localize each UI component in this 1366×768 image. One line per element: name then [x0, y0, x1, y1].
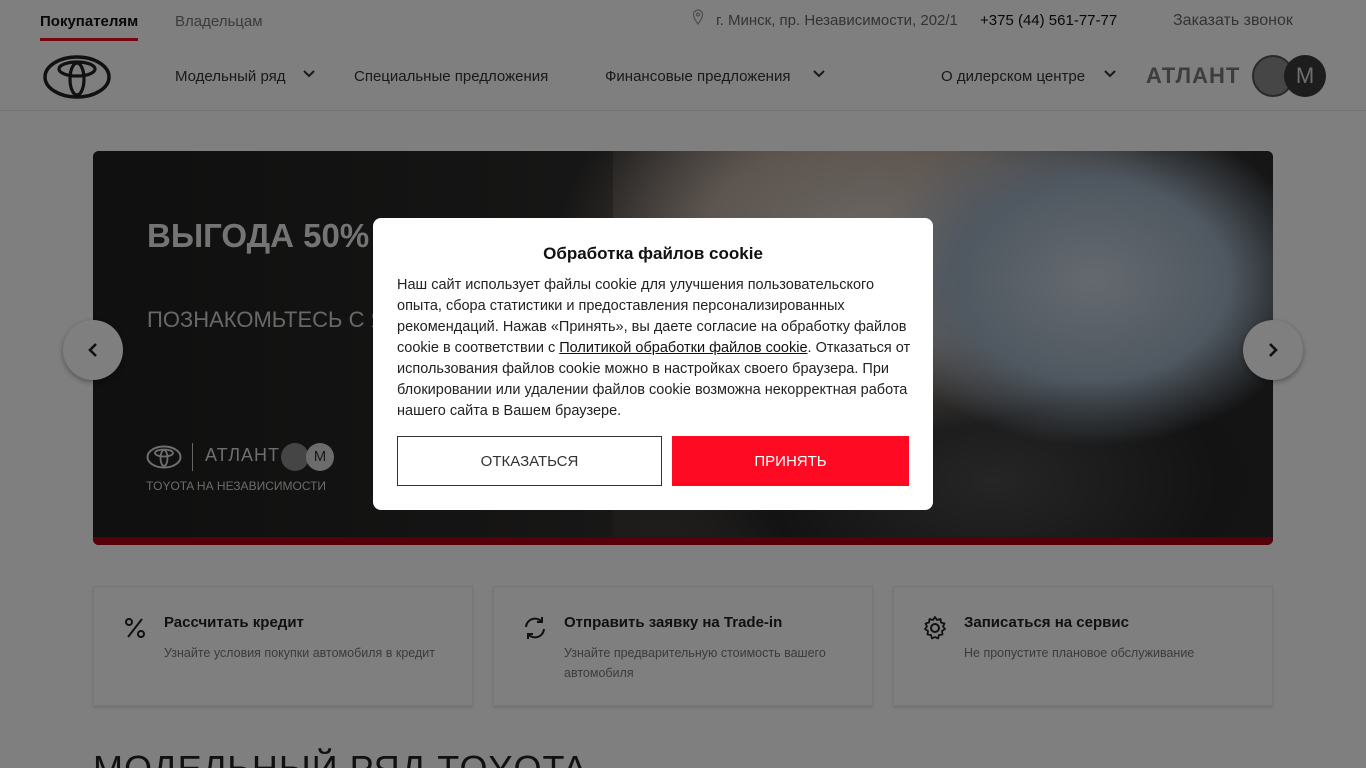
decline-button[interactable]: ОТКАЗАТЬСЯ [397, 436, 662, 486]
cookie-dialog: Обработка файлов cookie Наш сайт использ… [373, 218, 933, 510]
cookie-dialog-title: Обработка файлов cookie [543, 244, 763, 263]
accept-button[interactable]: ПРИНЯТЬ [672, 436, 909, 486]
cookie-dialog-text: Наш сайт использует файлы cookie для улу… [397, 275, 913, 422]
cookie-policy-link[interactable]: Политикой обработки файлов cookie [559, 340, 807, 356]
